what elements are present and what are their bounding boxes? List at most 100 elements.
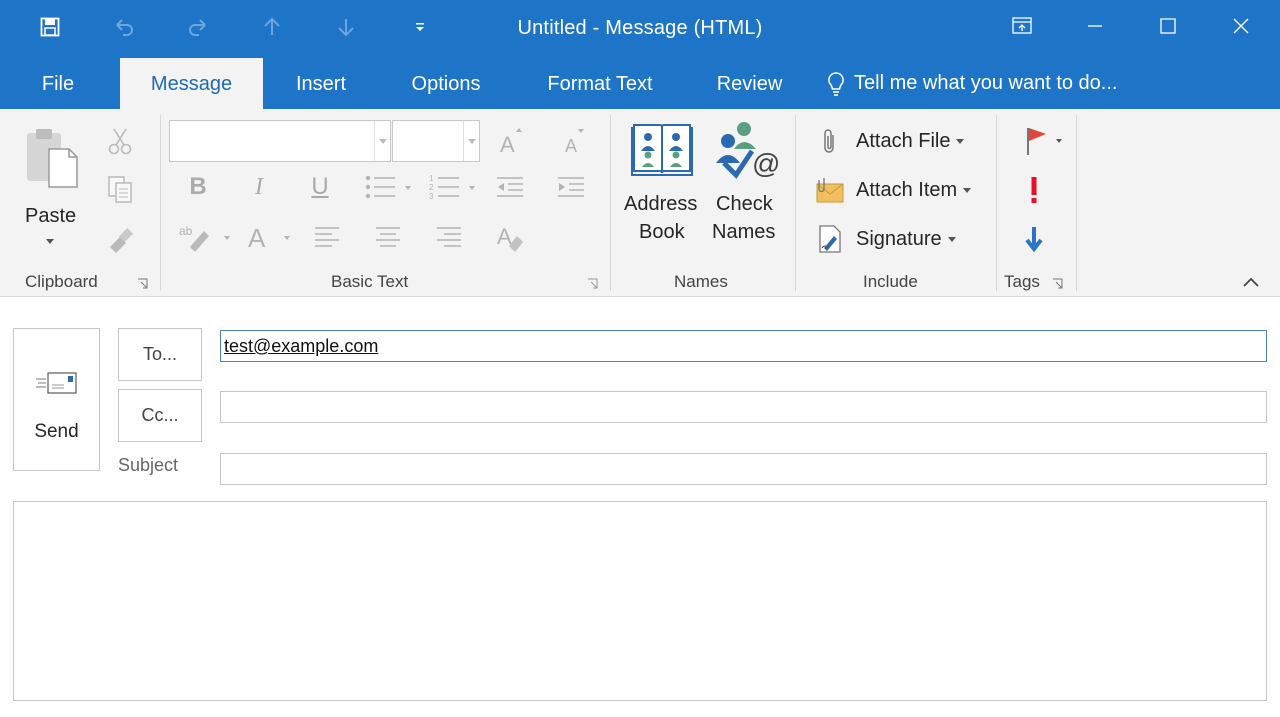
attach-file-button[interactable]: Attach File	[812, 123, 982, 159]
up-arrow-icon[interactable]	[256, 12, 288, 42]
check-names-icon: @	[716, 122, 780, 179]
font-name-dropdown-icon[interactable]	[374, 121, 390, 161]
decrease-indent-icon[interactable]	[492, 169, 528, 205]
svg-text:2: 2	[429, 183, 434, 192]
highlight-button[interactable]: ab	[176, 219, 232, 255]
font-size-dropdown-icon[interactable]	[463, 121, 479, 161]
attach-file-dropdown-icon	[956, 138, 965, 144]
tab-options[interactable]: Options	[396, 58, 496, 109]
svg-text:1: 1	[429, 174, 434, 183]
basic-text-group-label: Basic Text	[331, 272, 409, 291]
shrink-font-icon[interactable]: A	[556, 123, 590, 159]
paste-label: Paste	[25, 205, 77, 227]
low-importance-icon[interactable]	[1018, 221, 1050, 257]
bullets-icon	[365, 175, 411, 199]
clear-formatting-icon[interactable]: A	[493, 219, 527, 255]
align-right-icon[interactable]	[432, 219, 466, 255]
cc-field[interactable]	[220, 391, 1267, 423]
paste-icon	[27, 129, 78, 188]
paste-button[interactable]	[20, 123, 82, 273]
lightbulb-icon	[826, 71, 846, 97]
maximize-icon[interactable]	[1145, 6, 1191, 46]
address-book-label-line2: Book	[639, 221, 685, 243]
message-body[interactable]	[13, 501, 1267, 701]
attach-file-label: Attach File	[856, 129, 951, 152]
redo-icon[interactable]	[182, 12, 214, 42]
svg-text:A: A	[565, 136, 577, 156]
signature-button[interactable]: Signature	[812, 221, 972, 257]
format-painter-icon[interactable]	[102, 221, 138, 257]
svg-text:A: A	[500, 132, 515, 156]
svg-text:3: 3	[429, 192, 434, 201]
ribbon: Paste Clipboard A A B I U 123 ab A A Bas…	[0, 109, 1280, 297]
title-bar: Untitled - Message (HTML)	[0, 0, 1280, 58]
numbering-button[interactable]: 123	[426, 169, 478, 205]
clipboard-launcher-icon[interactable]	[137, 277, 149, 289]
names-group-label: Names	[674, 272, 728, 291]
send-label: Send	[34, 421, 79, 442]
clipboard-group-label: Clipboard	[25, 272, 98, 291]
tab-insert[interactable]: Insert	[276, 58, 366, 109]
paste-dropdown-icon[interactable]	[40, 235, 60, 249]
group-separator	[160, 115, 161, 291]
send-button[interactable]: Send	[13, 328, 100, 471]
italic-button[interactable]: I	[243, 169, 275, 205]
increase-indent-icon[interactable]	[553, 169, 589, 205]
tell-me-label: Tell me what you want to do...	[854, 72, 1118, 94]
close-icon[interactable]	[1218, 6, 1264, 46]
basic-text-launcher-icon[interactable]	[587, 277, 599, 289]
align-center-icon[interactable]	[371, 219, 405, 255]
attach-item-button[interactable]: Attach Item	[812, 172, 987, 208]
send-icon	[34, 371, 78, 402]
signature-icon	[812, 224, 848, 254]
include-group-label: Include	[863, 272, 918, 291]
font-color-button[interactable]: A	[244, 219, 296, 255]
ribbon-tabs: File Message Insert Options Format Text …	[0, 58, 1280, 109]
bullets-button[interactable]	[362, 169, 414, 205]
svg-text:ab: ab	[179, 224, 193, 238]
tags-group-label: Tags	[1004, 272, 1040, 291]
to-field[interactable]: test@example.com	[220, 330, 1267, 362]
group-separator	[610, 115, 611, 291]
down-arrow-icon[interactable]	[330, 12, 362, 42]
grow-font-icon[interactable]: A	[494, 123, 528, 159]
to-button[interactable]: To...	[118, 328, 202, 381]
font-name-combo[interactable]	[169, 120, 391, 162]
numbering-icon: 123	[429, 174, 475, 201]
paperclip-icon	[812, 127, 848, 155]
address-book-label-line1: Address	[624, 193, 698, 215]
undo-icon[interactable]	[108, 12, 140, 42]
save-icon[interactable]	[34, 12, 66, 42]
tell-me-search[interactable]: Tell me what you want to do...	[826, 58, 1117, 109]
svg-text:@: @	[752, 148, 780, 179]
highlight-icon: ab	[179, 224, 230, 252]
font-color-icon: A	[248, 223, 290, 253]
group-separator	[1076, 115, 1077, 291]
minimize-icon[interactable]	[1072, 6, 1118, 46]
underline-button[interactable]: U	[304, 169, 336, 205]
flag-icon	[1027, 128, 1062, 155]
align-left-icon[interactable]	[310, 219, 344, 255]
address-book-icon	[631, 124, 693, 176]
ribbon-display-options-icon[interactable]	[999, 6, 1045, 46]
signature-dropdown-icon	[947, 236, 956, 242]
group-separator	[996, 115, 997, 291]
font-size-combo[interactable]	[392, 120, 480, 162]
tab-file[interactable]: File	[18, 58, 98, 109]
tab-review[interactable]: Review	[702, 58, 797, 109]
collapse-ribbon-icon[interactable]	[1238, 271, 1264, 293]
copy-icon[interactable]	[102, 171, 138, 207]
cut-icon[interactable]	[102, 123, 138, 159]
tags-launcher-icon[interactable]	[1052, 277, 1064, 289]
cc-button[interactable]: Cc...	[118, 389, 202, 442]
high-importance-icon[interactable]	[1018, 172, 1050, 208]
group-separator	[795, 115, 796, 291]
bold-button[interactable]: B	[182, 169, 214, 205]
tab-format-text[interactable]: Format Text	[530, 58, 670, 109]
signature-label: Signature	[856, 227, 942, 250]
tab-message[interactable]: Message	[120, 58, 263, 109]
subject-field[interactable]	[220, 453, 1267, 485]
customize-qat-icon[interactable]	[404, 12, 436, 42]
follow-up-button[interactable]	[1016, 123, 1068, 159]
to-recipient[interactable]: test@example.com	[224, 336, 378, 356]
